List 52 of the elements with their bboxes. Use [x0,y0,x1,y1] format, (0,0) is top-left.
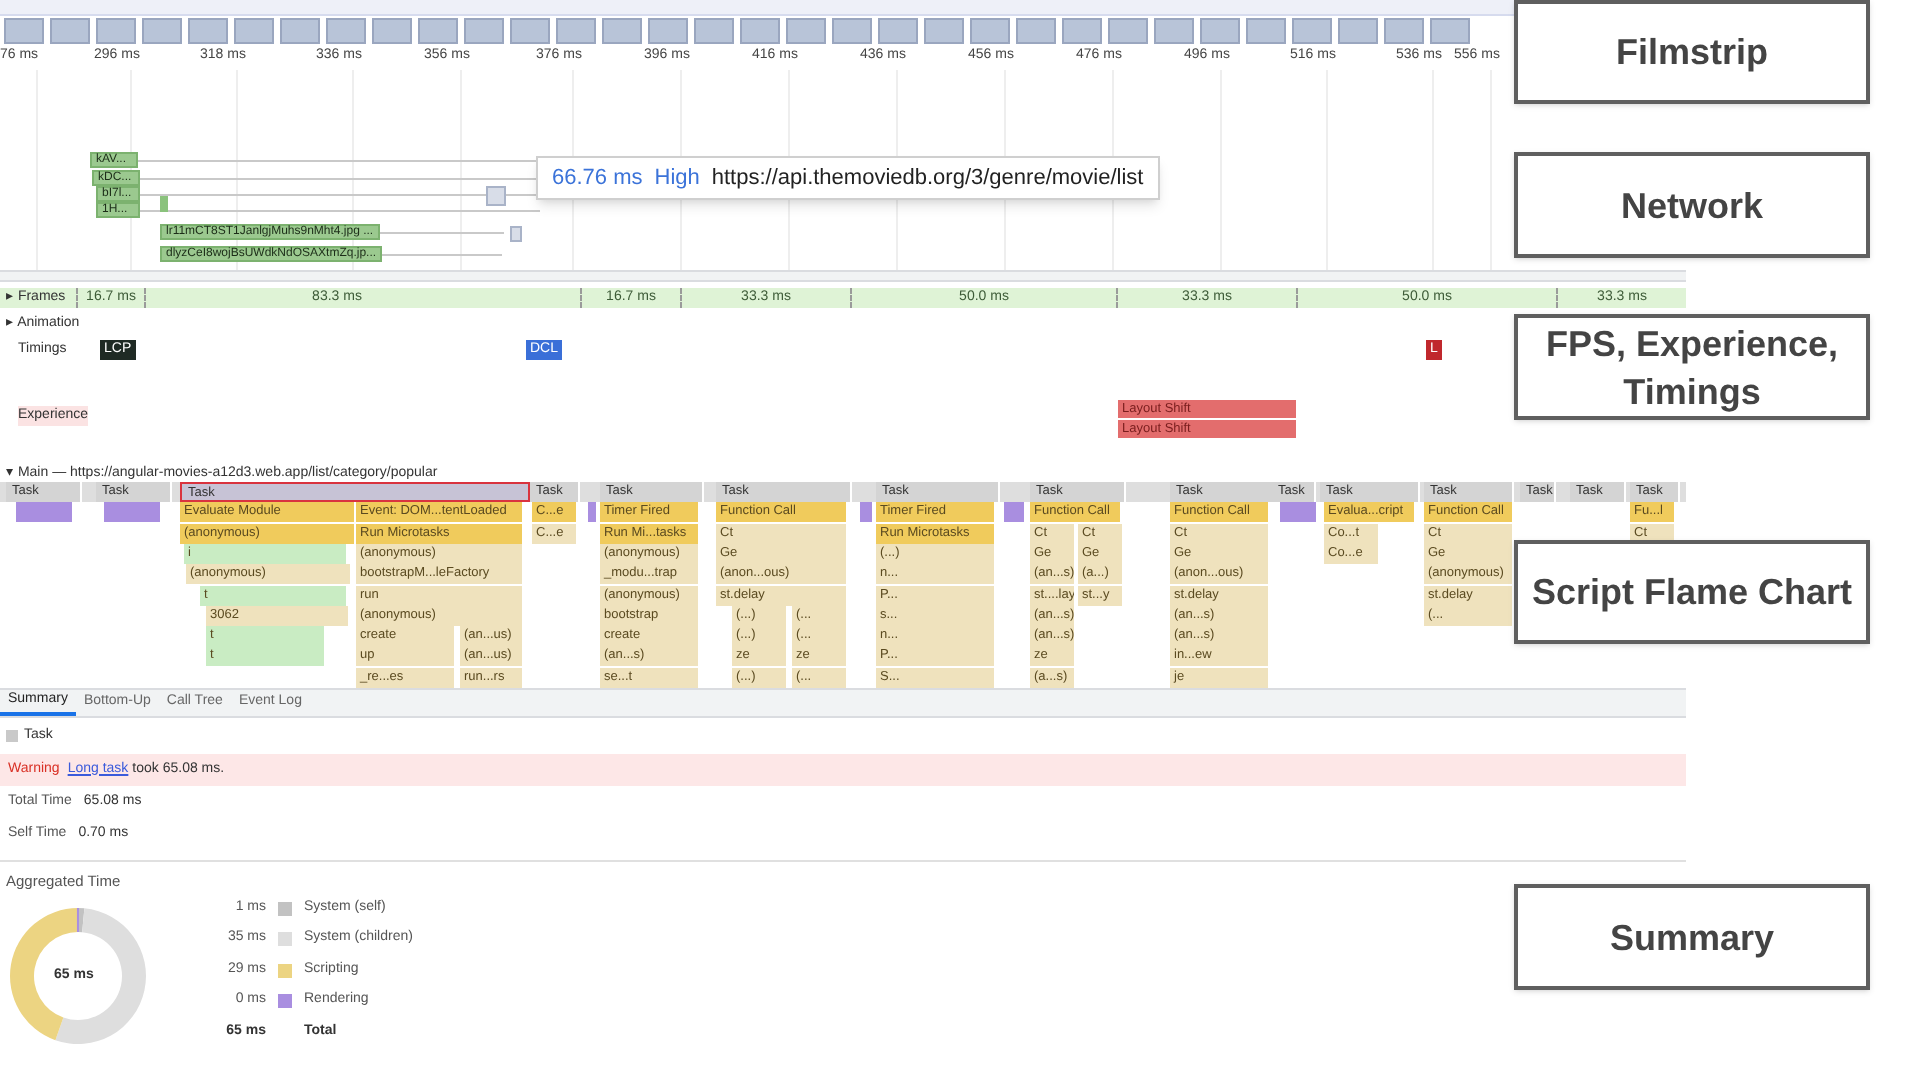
filmstrip-frame[interactable] [50,18,90,44]
filmstrip-frame[interactable] [372,18,412,44]
filmstrip-frame[interactable] [96,18,136,44]
annotation-label: Script Flame Chart [1514,540,1870,644]
request-bar[interactable] [486,186,506,206]
filmstrip-frame[interactable] [1062,18,1102,44]
filmstrip-frame[interactable] [142,18,182,44]
filmstrip-frame[interactable] [648,18,688,44]
panel-splitter[interactable] [0,270,1686,282]
filmstrip-frame[interactable] [1154,18,1194,44]
filmstrip-frame[interactable] [1430,18,1470,44]
annotation-label: Filmstrip [1514,0,1870,104]
filmstrip-frame[interactable] [1200,18,1240,44]
rendering-bar[interactable] [1280,502,1316,523]
rendering-bar[interactable] [588,502,596,523]
filmstrip-frame[interactable] [464,18,504,44]
filmstrip-frame[interactable] [694,18,734,44]
overview-strip[interactable] [0,0,1514,16]
filmstrip-frame[interactable] [418,18,458,44]
annotation-label: FPS, Experience, Timings [1514,314,1870,420]
request-bar[interactable] [510,226,522,242]
tooltip-url: https://api.themoviedb.org/3/genre/movie/list [711,163,1144,194]
task-swatch [6,730,18,742]
filmstrip-frame[interactable] [234,18,274,44]
filmstrip-frame[interactable] [188,18,228,44]
filmstrip-frame[interactable] [556,18,596,44]
tooltip-duration: 66.76 ms [552,163,643,194]
filmstrip-frame[interactable] [832,18,872,44]
filmstrip-frame[interactable] [602,18,642,44]
annotation-label: Summary [1514,884,1870,990]
rendering-bar[interactable] [860,502,872,523]
rendering-bar[interactable] [16,502,72,523]
annotation-label: Network [1514,152,1870,258]
filmstrip-frame[interactable] [1384,18,1424,44]
filmstrip-frame[interactable] [1246,18,1286,44]
filmstrip-frame[interactable] [1338,18,1378,44]
filmstrip-frame[interactable] [280,18,320,44]
filmstrip-frame[interactable] [970,18,1010,44]
filmstrip-frame[interactable] [4,18,44,44]
filmstrip-frame[interactable] [510,18,550,44]
filmstrip-frame[interactable] [878,18,918,44]
rendering-bar[interactable] [1004,502,1024,523]
filmstrip-frame[interactable] [786,18,826,44]
filmstrip-frame[interactable] [326,18,366,44]
rendering-bar[interactable] [104,502,160,523]
request-bar[interactable] [160,196,168,212]
tooltip-priority: High [654,163,700,194]
filmstrip-frame[interactable] [924,18,964,44]
filmstrip-frame[interactable] [1016,18,1056,44]
filmstrip-frame[interactable] [1108,18,1148,44]
filmstrip-frame[interactable] [1292,18,1332,44]
filmstrip-frame[interactable] [740,18,780,44]
